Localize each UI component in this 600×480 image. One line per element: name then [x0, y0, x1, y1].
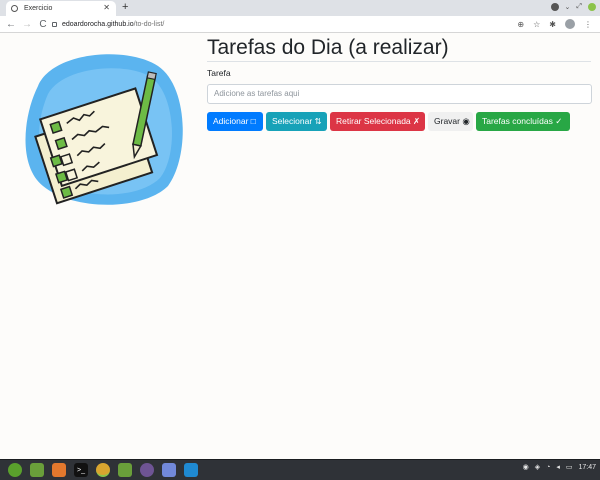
record-icon[interactable]: [550, 3, 559, 11]
url-host: edoardorocha.github.io: [62, 21, 134, 28]
browser-toolbar: ← → C edoardorocha.github.io /to-do-list…: [0, 16, 600, 33]
star-icon[interactable]: ☆: [533, 20, 540, 29]
add-task-button[interactable]: Adicionar □: [207, 111, 263, 131]
start-menu-icon[interactable]: [8, 463, 22, 477]
minimize-icon[interactable]: ⌄: [565, 3, 571, 11]
toolbar-icons: ⊕ ☆ ✱ ⋮: [517, 19, 592, 29]
task-label: Tarefa: [207, 68, 231, 78]
profile-avatar[interactable]: [565, 19, 575, 29]
discord-icon[interactable]: [162, 463, 176, 477]
menu-icon[interactable]: ⋮: [584, 20, 592, 29]
select-task-button[interactable]: Selecionar ⇅: [266, 111, 327, 131]
firefox-icon[interactable]: [52, 463, 66, 477]
zoom-icon[interactable]: ⊕: [517, 20, 524, 29]
completed-tasks-button[interactable]: Tarefas concluídas ✓: [476, 111, 570, 131]
wifi-icon[interactable]: ◔: [546, 464, 550, 471]
close-icon[interactable]: ✕: [103, 3, 110, 12]
action-buttons: Adicionar □ Selecionar ⇅ Retirar Selecio…: [207, 111, 593, 131]
address-bar[interactable]: edoardorocha.github.io /to-do-list/: [52, 18, 562, 31]
url-path: /to-do-list/: [133, 21, 165, 28]
shield-icon[interactable]: ◈: [535, 463, 540, 471]
battery-icon[interactable]: ▭: [566, 463, 573, 471]
todo-app: Tarefas do Dia (a realizar) Tarefa Adici…: [207, 33, 593, 131]
github-icon[interactable]: [140, 463, 154, 477]
extensions-icon[interactable]: ✱: [549, 20, 556, 29]
system-tray: ◉ ◈ ◔ ◂ ▭ 17:47: [523, 463, 596, 472]
terminal-icon[interactable]: >_: [74, 463, 88, 477]
chrome-icon[interactable]: [96, 463, 110, 477]
save-button[interactable]: Gravar ◉: [428, 111, 473, 131]
globe-icon: [11, 5, 18, 12]
task-list-illustration: [25, 54, 183, 205]
clock[interactable]: 17:47: [578, 464, 596, 471]
browser-tabstrip: Exercicio ✕ + ⌄ ⤢: [0, 0, 600, 16]
close-window-icon[interactable]: [588, 3, 596, 11]
tab-title: Exercicio: [24, 5, 53, 12]
lock-icon: [52, 22, 57, 27]
page-title: Tarefas do Dia (a realizar): [207, 36, 449, 59]
vscode-icon[interactable]: [184, 463, 198, 477]
title-divider: [207, 61, 591, 62]
files-icon[interactable]: [30, 463, 44, 477]
back-button[interactable]: ←: [6, 19, 16, 30]
task-input[interactable]: [207, 83, 592, 104]
folder-icon[interactable]: [118, 463, 132, 477]
window-controls: ⌄ ⤢: [550, 3, 596, 11]
remove-selected-button[interactable]: Retirar Selecionada ✗: [330, 111, 425, 131]
volume-icon[interactable]: ◂: [556, 463, 560, 471]
maximize-icon[interactable]: ⤢: [576, 3, 582, 11]
discord-tray-icon[interactable]: ◉: [523, 463, 529, 471]
browser-tab[interactable]: Exercicio ✕: [6, 1, 116, 16]
new-tab-button[interactable]: +: [122, 1, 128, 13]
reload-button[interactable]: C: [38, 19, 48, 30]
forward-button[interactable]: →: [22, 19, 32, 30]
os-taskbar: >_ ◉ ◈ ◔ ◂ ▭ 17:47: [0, 459, 600, 480]
